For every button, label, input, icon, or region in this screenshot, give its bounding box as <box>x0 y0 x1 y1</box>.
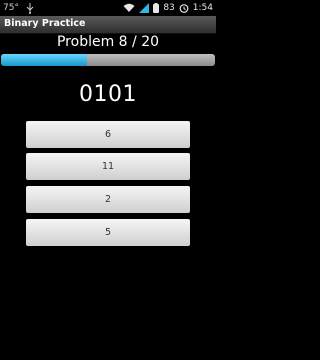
answer-button-1[interactable]: 6 <box>26 121 190 148</box>
battery-level-text: 83 <box>163 3 175 13</box>
wifi-icon <box>123 3 135 13</box>
answer-button-3[interactable]: 2 <box>26 186 190 213</box>
binary-number: 0101 <box>79 82 137 107</box>
answer-button-2[interactable]: 11 <box>26 153 190 180</box>
temperature-text: 75° <box>3 3 19 13</box>
progress-bar <box>1 54 215 66</box>
clock-text: 1:54 <box>192 3 213 13</box>
problem-counter: Problem 8 / 20 <box>56 34 160 50</box>
battery-icon <box>153 3 160 13</box>
progress-fill <box>1 54 87 66</box>
alarm-icon <box>179 3 189 13</box>
usb-icon <box>26 2 34 14</box>
app-title-bar: Binary Practice <box>0 16 216 34</box>
status-bar: 75° 83 1:54 <box>0 0 216 16</box>
app-title: Binary Practice <box>4 18 86 29</box>
answer-button-4[interactable]: 5 <box>26 219 190 246</box>
signal-icon <box>139 3 150 13</box>
